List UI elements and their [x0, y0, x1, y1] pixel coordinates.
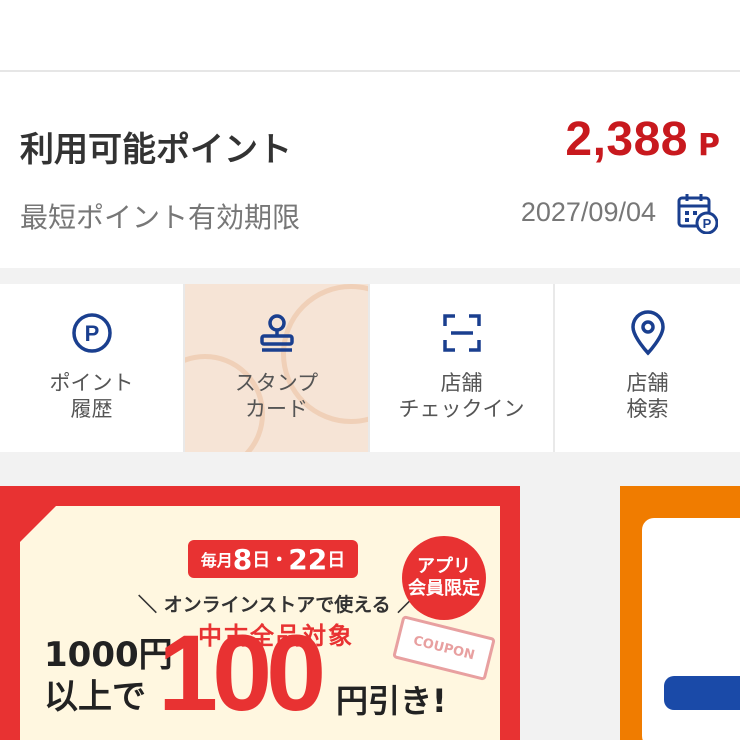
next-banner-button: [664, 676, 740, 710]
location-pin-icon: [625, 310, 671, 356]
minimum-purchase-text: 1000円 以上で: [44, 634, 173, 718]
menu-label: 店舗 検索: [627, 370, 669, 422]
expiry-date: 2027/09/04: [520, 197, 656, 227]
next-banner-peek[interactable]: [620, 486, 740, 740]
point-history-icon: P: [69, 310, 115, 356]
menu-label-line2: カード: [245, 397, 308, 421]
discount-suffix: 円引き!: [336, 682, 447, 720]
calendar-point-icon[interactable]: P: [676, 192, 719, 235]
menu-label-line1: ポイント: [49, 371, 134, 395]
discount-amount: 100: [158, 612, 326, 733]
points-number: 2,388: [565, 113, 688, 166]
minimum-line2: 以上で: [44, 677, 146, 717]
menu-label: 店舗 チェックイン: [399, 370, 525, 422]
coupon-text: COUPON: [411, 633, 477, 663]
menu-label-line2: チェックイン: [398, 397, 525, 421]
menu-label: ポイント 履歴: [50, 370, 134, 422]
scan-icon: [439, 310, 485, 356]
date-badge: 毎月 8 日・ 22 日: [188, 540, 358, 578]
expiry-label: 最短ポイント有効期限: [20, 201, 301, 234]
app-badge-line2: 会員限定: [408, 578, 480, 599]
menu-store-checkin[interactable]: 店舗 チェックイン: [370, 284, 555, 452]
stamp-icon: [254, 310, 300, 356]
menu-label-line2: 検索: [626, 397, 669, 421]
menu-label: スタンプ カード: [235, 370, 318, 422]
available-points-label: 利用可能ポイント: [20, 130, 292, 170]
svg-text:P: P: [84, 321, 99, 346]
date-suffix: 日: [327, 550, 346, 571]
app-member-badge: アプリ 会員限定: [402, 536, 486, 620]
section-divider: [0, 268, 740, 284]
app-badge-line1: アプリ: [417, 556, 471, 577]
quick-menu: P ポイント 履歴 スタンプ カード 店舗 チェックイン 店舗 検索: [0, 284, 740, 452]
menu-store-search[interactable]: 店舗 検索: [555, 284, 740, 452]
date-b: 22: [288, 542, 328, 576]
minimum-line1: 1000円: [44, 635, 173, 675]
menu-point-history[interactable]: P ポイント 履歴: [0, 284, 185, 452]
date-a: 8: [232, 542, 253, 576]
menu-label-line1: スタンプ: [234, 371, 319, 395]
points-value: 2,388 P: [565, 112, 720, 167]
menu-label-line1: 店舗: [440, 371, 483, 395]
menu-label-line2: 履歴: [70, 397, 113, 421]
date-separator: 日・: [252, 550, 289, 571]
menu-label-line1: 店舗: [626, 371, 669, 395]
svg-text:P: P: [703, 216, 712, 231]
points-unit: P: [698, 128, 720, 163]
menu-stamp-card[interactable]: スタンプ カード: [185, 284, 370, 452]
points-panel: 利用可能ポイント 2,388 P 最短ポイント有効期限 2027/09/04 P: [0, 0, 740, 268]
date-prefix: 毎月: [200, 551, 233, 570]
